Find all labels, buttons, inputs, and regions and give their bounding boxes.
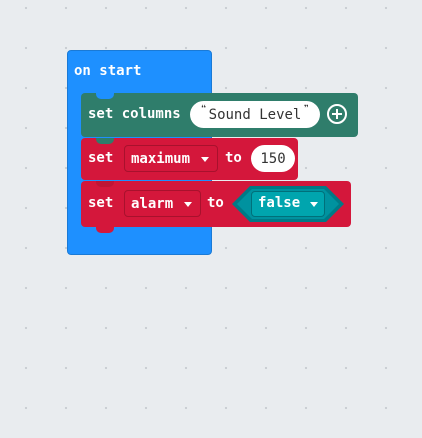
chevron-down-icon bbox=[184, 202, 192, 207]
set-label: set bbox=[88, 150, 114, 166]
block-notch bbox=[96, 93, 114, 99]
maximum-number-input[interactable]: 150 bbox=[251, 145, 295, 172]
maximum-variable-label: maximum bbox=[131, 150, 191, 167]
chevron-down-icon bbox=[201, 157, 209, 162]
set-columns-label: set columns bbox=[88, 106, 181, 122]
on-start-label: on start bbox=[74, 63, 142, 79]
alarm-variable-label: alarm bbox=[131, 195, 174, 212]
plus-circle-icon[interactable] bbox=[327, 104, 347, 124]
set-label: set bbox=[88, 195, 114, 211]
block-notch bbox=[96, 138, 114, 144]
chevron-down-icon bbox=[310, 202, 318, 207]
maximum-variable-dropdown[interactable]: maximum bbox=[124, 145, 218, 172]
alarm-variable-dropdown[interactable]: alarm bbox=[124, 190, 201, 217]
false-value-label: false bbox=[258, 195, 301, 211]
blocks-workspace[interactable]: on start set columns ❝ Sound Level ❞ set… bbox=[0, 0, 422, 438]
open-quote-icon: ❝ bbox=[200, 104, 207, 115]
maximum-number-value: 150 bbox=[260, 150, 286, 167]
block-notch bbox=[96, 181, 114, 187]
false-dropdown[interactable]: false bbox=[251, 191, 325, 217]
columns-string-value: Sound Level bbox=[208, 106, 302, 123]
to-label: to bbox=[207, 195, 224, 211]
close-quote-icon: ❞ bbox=[303, 104, 310, 115]
to-label: to bbox=[225, 150, 242, 166]
block-notch-bottom bbox=[96, 227, 114, 233]
columns-string-input[interactable]: ❝ Sound Level ❞ bbox=[190, 101, 320, 128]
